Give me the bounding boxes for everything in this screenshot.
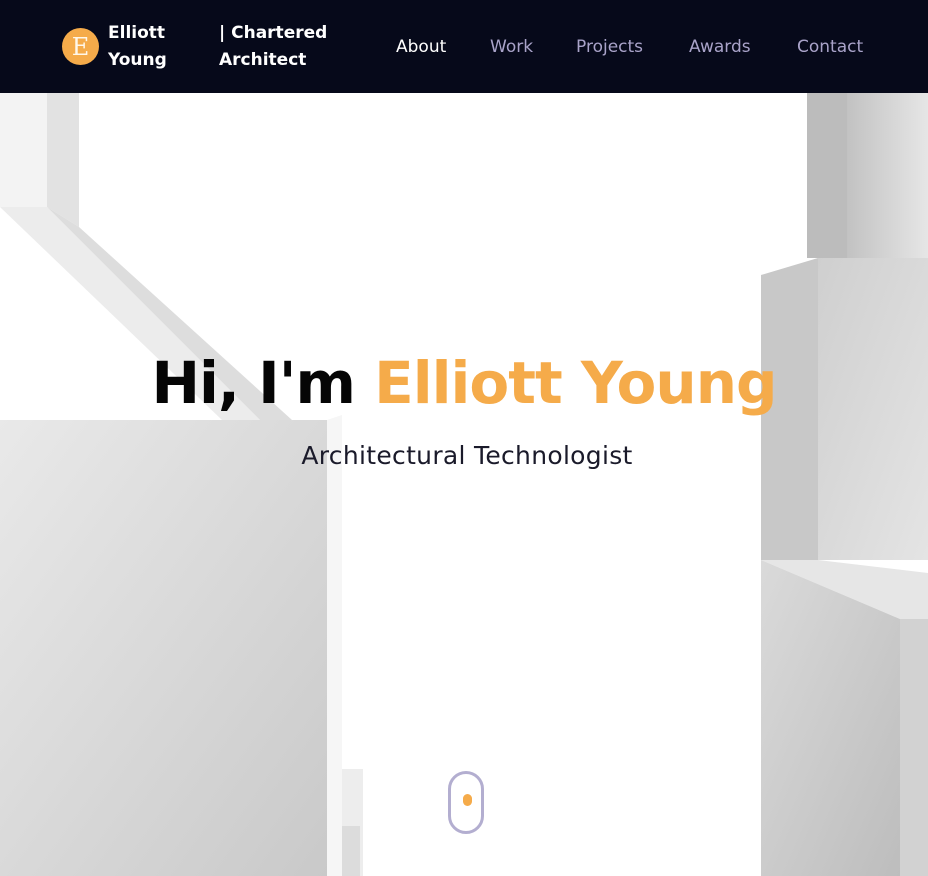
nav-item-projects[interactable]: Projects	[576, 34, 643, 60]
logo-icon[interactable]: E	[62, 28, 99, 65]
hero-section: Hi, I'm Elliott Young Architectural Tech…	[0, 93, 928, 876]
brand-title-line2: Architect	[219, 50, 307, 70]
hero-greeting: Hi, I'm	[151, 349, 356, 417]
nav-item-awards[interactable]: Awards	[689, 34, 751, 60]
nav-item-work[interactable]: Work	[490, 34, 533, 60]
brand-name-last: Young	[108, 50, 167, 70]
brand-title: | Chartered Architect	[219, 20, 359, 74]
mouse-scroll-icon[interactable]	[448, 771, 484, 834]
brand-name-first: Elliott	[108, 23, 166, 43]
hero-background-buildings	[0, 93, 928, 876]
hero-subtitle: Architectural Technologist	[301, 441, 633, 470]
hero-heading: Hi, I'm Elliott Young	[0, 343, 928, 423]
nav-item-contact[interactable]: Contact	[797, 34, 863, 60]
brand-name[interactable]: Elliott Young	[108, 20, 198, 74]
logo-initial: E	[71, 32, 90, 61]
brand-title-line1: | Chartered	[219, 23, 328, 43]
scroll-dot	[463, 794, 472, 806]
navbar: E Elliott Young | Chartered Architect Ab…	[0, 0, 928, 93]
hero-name: Elliott Young	[374, 349, 777, 417]
nav-item-about[interactable]: About	[396, 34, 446, 60]
